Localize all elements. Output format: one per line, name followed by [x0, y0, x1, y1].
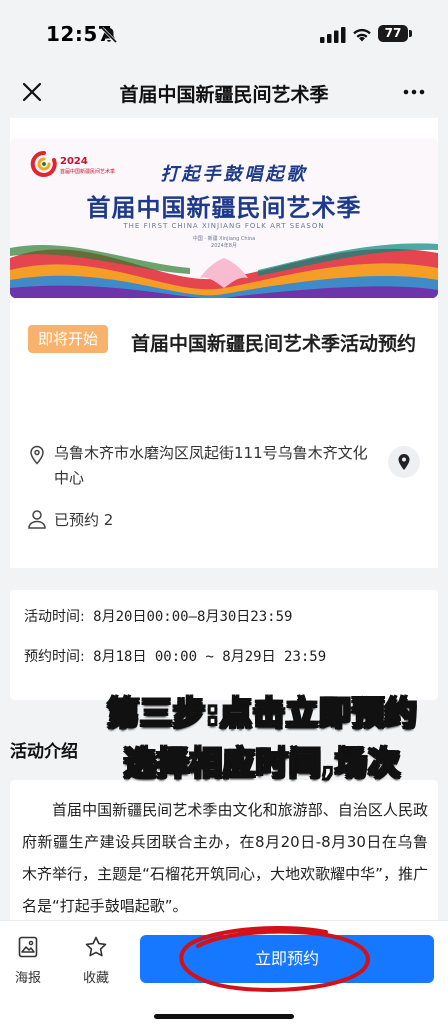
star-icon — [85, 936, 107, 957]
booking-time-label: 预约时间: — [24, 649, 85, 665]
bell-off-icon — [100, 26, 118, 44]
event-card: 2024 首届中国新疆民间艺术季 打起手鼓唱起歌 首届中国新疆民间艺术季 THE… — [10, 118, 438, 568]
location-icon — [30, 445, 44, 465]
tutorial-caption-line1: 第三步:点击立即预约 — [106, 693, 418, 733]
map-pin-icon — [398, 454, 410, 470]
person-icon — [28, 510, 46, 529]
time-card: 活动时间: 8月20日00:00—8月30日23:59 预约时间: 8月18日 … — [10, 590, 438, 700]
booking-time-row: 预约时间: 8月18日 00:00 ~ 8月29日 23:59 — [24, 646, 326, 666]
navigate-button[interactable] — [388, 446, 420, 478]
book-now-button[interactable]: 立即预约 — [140, 935, 434, 983]
wifi-icon — [353, 28, 371, 42]
intro-card: 首届中国新疆民间艺术季由文化和旅游部、自治区人民政府新疆生产建设兵团联合主办，在… — [10, 780, 438, 930]
booking-time-value: 8月18日 00:00 ~ 8月29日 23:59 — [93, 649, 327, 665]
favorite-button[interactable]: 收藏 — [76, 935, 116, 986]
close-icon[interactable] — [20, 80, 44, 104]
event-address: 乌鲁木齐市水磨沟区凤起街111号乌鲁木齐文化中心 — [54, 444, 368, 487]
poster-button[interactable]: 海报 — [8, 935, 48, 986]
favorite-label: 收藏 — [82, 971, 109, 986]
page-title: 首届中国新疆民间艺术季 — [119, 84, 329, 106]
booked-count: 已预约 2 — [54, 511, 114, 529]
battery-indicator: 77 — [378, 25, 412, 42]
intro-section-title: 活动介绍 — [10, 742, 78, 762]
activity-time-value: 8月20日00:00—8月30日23:59 — [93, 609, 293, 625]
activity-time-row: 活动时间: 8月20日00:00—8月30日23:59 — [24, 606, 292, 626]
home-indicator — [154, 1014, 294, 1019]
banner-slogan: 打起手鼓唱起歌 — [160, 164, 308, 185]
poster-label: 海报 — [14, 971, 41, 986]
status-bar: 12:57 77 — [0, 0, 448, 70]
intro-text: 首届中国新疆民间艺术季由文化和旅游部、自治区人民政府新疆生产建设兵团联合主办，在… — [22, 801, 428, 915]
status-badge: 即将开始 — [28, 325, 109, 353]
bottom-action-bar: 海报 收藏 立即预约 — [0, 920, 448, 1029]
activity-time-label: 活动时间: — [24, 609, 85, 625]
nav-bar: 首届中国新疆民间艺术季 — [0, 70, 448, 118]
poster-icon — [18, 936, 38, 958]
banner-ribbons — [10, 243, 438, 298]
more-options-icon[interactable] — [402, 82, 426, 102]
cellular-signal-icon — [320, 27, 346, 43]
tutorial-caption-line2: 选择相应时间,场次 — [123, 743, 402, 783]
event-banner: 2024 首届中国新疆民间艺术季 打起手鼓唱起歌 首届中国新疆民间艺术季 THE… — [10, 138, 438, 298]
